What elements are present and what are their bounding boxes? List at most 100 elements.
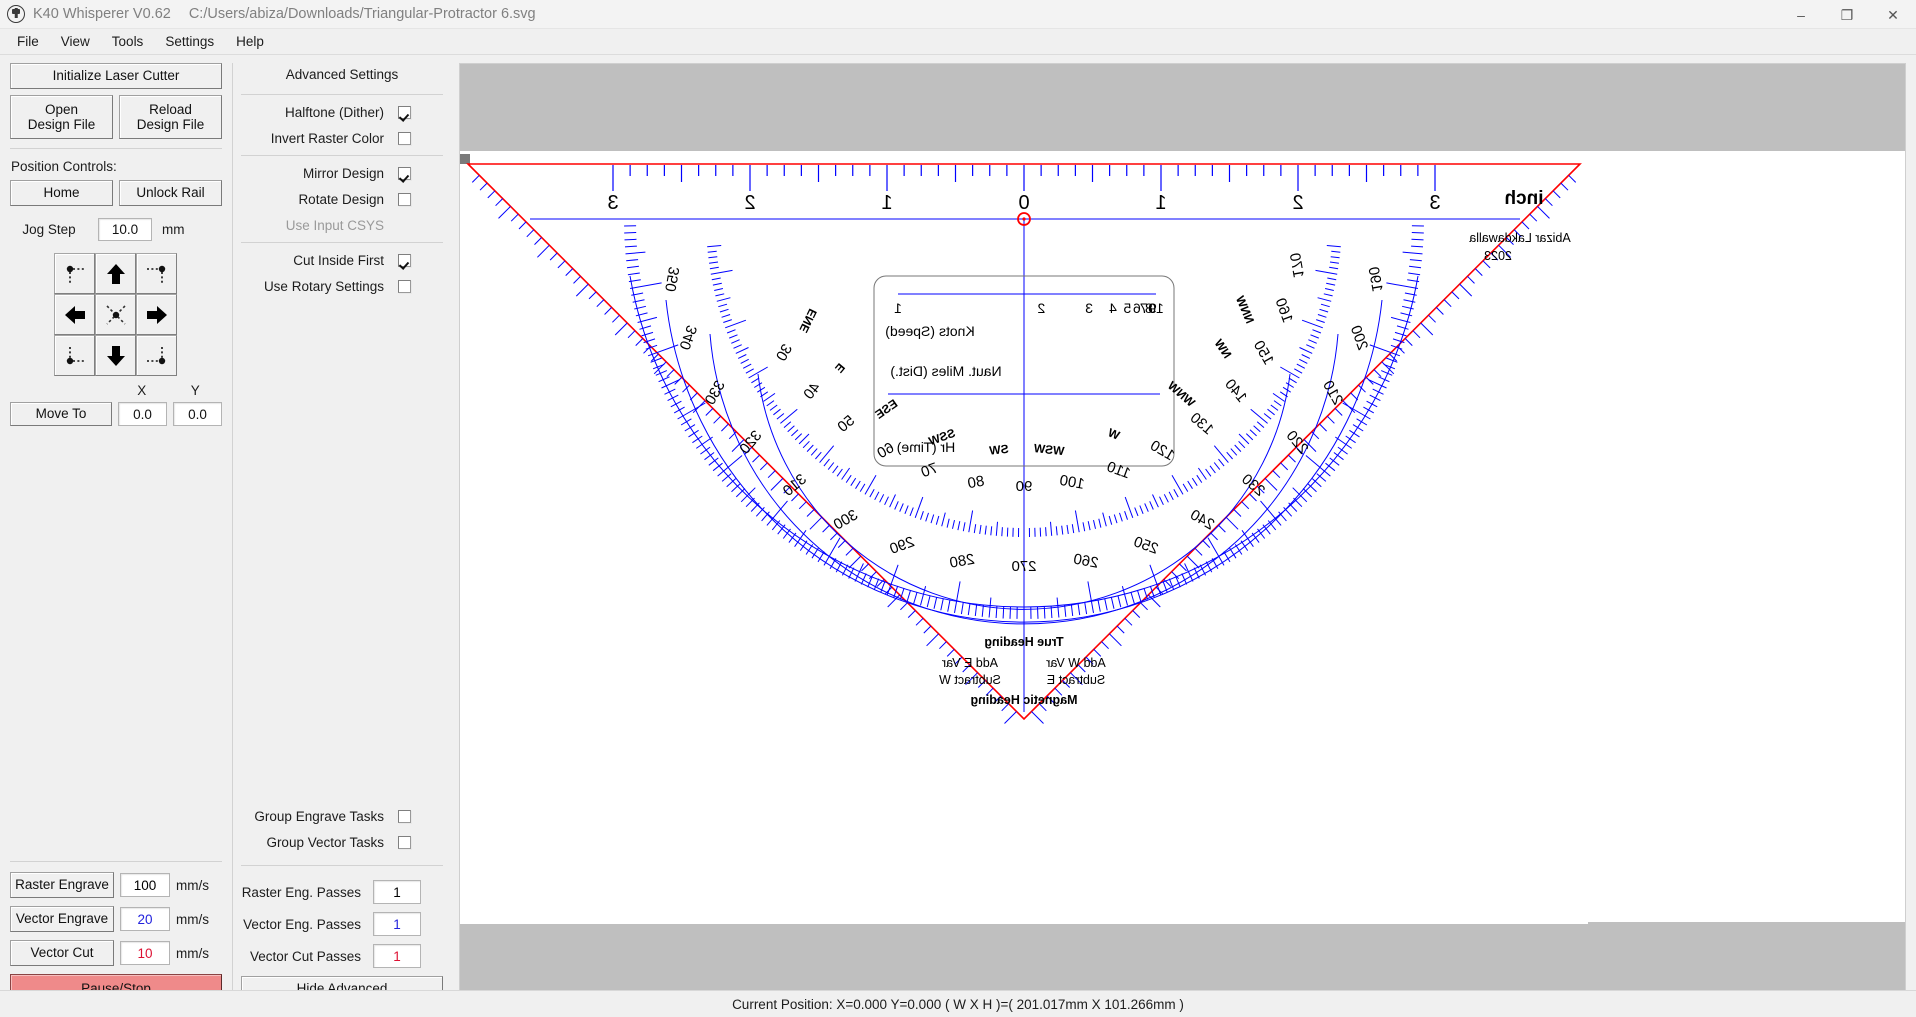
axis-y-label: Y	[169, 383, 222, 398]
center-cross-icon	[103, 302, 129, 328]
vector-eng-passes-input[interactable]: 1	[373, 912, 421, 936]
divider	[241, 242, 443, 243]
jog-up-button[interactable]	[95, 253, 136, 294]
jog-step-label: Jog Step	[10, 222, 88, 237]
option-label: Cut Inside First	[241, 253, 398, 268]
vector-engrave-button[interactable]: Vector Engrave	[10, 906, 114, 932]
vector-cut-passes-row: Vector Cut Passes 1	[241, 944, 443, 968]
vector-eng-passes-label: Vector Eng. Passes	[241, 917, 373, 932]
menu-help[interactable]: Help	[225, 32, 275, 52]
svg-text:Knots (Speed): Knots (Speed)	[885, 323, 975, 339]
design-file-buttons: Open Design File Reload Design File	[10, 95, 222, 139]
divider	[10, 148, 222, 149]
option-cut-inside-first[interactable]: Cut Inside First	[241, 247, 443, 273]
jog-bottom-right-corner-button[interactable]	[136, 335, 177, 376]
unlock-rail-button[interactable]: Unlock Rail	[119, 180, 222, 206]
jog-bottom-left-corner-button[interactable]	[54, 335, 95, 376]
svg-text:inch: inch	[1504, 188, 1543, 209]
jog-step-row: Jog Step 10.0 mm	[10, 218, 222, 241]
axis-headers: X Y	[10, 383, 222, 398]
move-to-y-input[interactable]: 0.0	[173, 402, 222, 426]
group-engrave-tasks-checkbox[interactable]	[398, 810, 411, 823]
vector-cut-button[interactable]: Vector Cut	[10, 940, 114, 966]
jog-step-input[interactable]: 10.0	[98, 218, 152, 241]
jog-right-button[interactable]	[136, 294, 177, 335]
minimize-button[interactable]: –	[1778, 0, 1824, 29]
menu-file[interactable]: File	[6, 32, 50, 52]
arrow-up-icon	[104, 262, 128, 286]
jog-step-unit: mm	[162, 222, 185, 237]
use-rotary-settings-checkbox[interactable]	[398, 280, 411, 293]
mirror-design-checkbox[interactable]	[398, 167, 411, 180]
rotate-design-checkbox[interactable]	[398, 193, 411, 206]
close-button[interactable]: ✕	[1870, 0, 1916, 29]
svg-text:Add E Var: Add E Var	[942, 656, 998, 670]
halftone-dither-checkbox[interactable]	[398, 106, 411, 119]
menu-view[interactable]: View	[50, 32, 101, 52]
option-rotate-design[interactable]: Rotate Design	[241, 186, 443, 212]
jog-row-middle	[54, 294, 178, 335]
jog-center-button[interactable]	[95, 294, 136, 335]
open-design-file-label-2: Design File	[28, 117, 96, 132]
vector-cut-speed-input[interactable]: 10	[120, 941, 170, 965]
svg-text:90: 90	[1016, 478, 1033, 495]
jog-left-button[interactable]	[54, 294, 95, 335]
svg-text:2: 2	[1292, 192, 1303, 214]
raster-passes-label: Raster Eng. Passes	[241, 885, 373, 900]
initialize-laser-cutter-button[interactable]: Initialize Laser Cutter	[10, 63, 222, 89]
laser-action-panel: Raster Engrave 100 mm/s Vector Engrave 2…	[10, 861, 222, 1002]
design-canvas[interactable]: 3210123inchAbizar Lakdawalla202319020021…	[459, 63, 1906, 1008]
home-button[interactable]: Home	[10, 180, 113, 206]
title-file-path: C:/Users/abiza/Downloads/Triangular-Prot…	[189, 6, 536, 22]
raster-engrave-row: Raster Engrave 100 mm/s	[10, 872, 222, 898]
move-to-x-input[interactable]: 0.0	[118, 402, 167, 426]
triangular-protractor-design: 3210123inchAbizar Lakdawalla202319020021…	[460, 64, 1588, 1008]
svg-text:Magnetic Heading: Magnetic Heading	[971, 693, 1078, 707]
divider	[241, 94, 443, 95]
raster-engrave-button[interactable]: Raster Engrave	[10, 872, 114, 898]
divider	[10, 861, 222, 862]
jog-top-right-corner-button[interactable]	[136, 253, 177, 294]
move-to-button[interactable]: Move To	[10, 402, 112, 426]
option-label: Use Rotary Settings	[241, 279, 398, 294]
menu-settings[interactable]: Settings	[154, 32, 225, 52]
option-label: Rotate Design	[241, 192, 398, 207]
left-control-panel: Initialize Laser Cutter Open Design File…	[0, 55, 232, 1016]
svg-text:4: 4	[1109, 300, 1117, 316]
option-label: Mirror Design	[241, 166, 398, 181]
option-mirror-design[interactable]: Mirror Design	[241, 160, 443, 186]
corner-bottom-left-icon	[62, 343, 88, 369]
title-bar: K40 Whisperer V0.62 C:/Users/abiza/Downl…	[0, 0, 1916, 29]
move-to-row: Move To 0.0 0.0	[10, 402, 222, 426]
invert-raster-color-checkbox[interactable]	[398, 132, 411, 145]
svg-text:Subtract E: Subtract E	[1047, 673, 1105, 687]
svg-text:Add W Var: Add W Var	[1046, 656, 1106, 670]
option-halftone-dither[interactable]: Halftone (Dither)	[241, 99, 443, 125]
cut-inside-first-checkbox[interactable]	[398, 254, 411, 267]
divider	[241, 865, 443, 866]
reload-design-file-label-1: Reload	[137, 102, 205, 117]
group-engrave-tasks-row[interactable]: Group Engrave Tasks	[241, 803, 443, 829]
raster-engrave-speed-input[interactable]: 100	[120, 873, 170, 897]
app-title: K40 Whisperer V0.62	[33, 6, 171, 22]
group-vector-tasks-checkbox[interactable]	[398, 836, 411, 849]
arrow-left-icon	[63, 303, 87, 327]
menu-tools[interactable]: Tools	[101, 32, 155, 52]
vector-engrave-speed-input[interactable]: 20	[120, 907, 170, 931]
open-design-file-button[interactable]: Open Design File	[10, 95, 113, 139]
vector-cut-passes-input[interactable]: 1	[373, 944, 421, 968]
corner-bottom-right-icon	[144, 343, 170, 369]
option-use-rotary-settings[interactable]: Use Rotary Settings	[241, 273, 443, 299]
raster-passes-input[interactable]: 1	[373, 880, 421, 904]
svg-text:80: 80	[966, 473, 985, 493]
jog-down-button[interactable]	[95, 335, 136, 376]
jog-top-left-corner-button[interactable]	[54, 253, 95, 294]
group-vector-tasks-row[interactable]: Group Vector Tasks	[241, 829, 443, 855]
menu-bar: File View Tools Settings Help	[0, 29, 1916, 55]
maximize-button[interactable]: ❐	[1824, 0, 1870, 29]
raster-engrave-speed-unit: mm/s	[176, 878, 209, 893]
reload-design-file-button[interactable]: Reload Design File	[119, 95, 222, 139]
svg-text:3: 3	[607, 192, 618, 214]
svg-text:10: 10	[1148, 300, 1164, 316]
option-invert-raster-color[interactable]: Invert Raster Color	[241, 125, 443, 151]
